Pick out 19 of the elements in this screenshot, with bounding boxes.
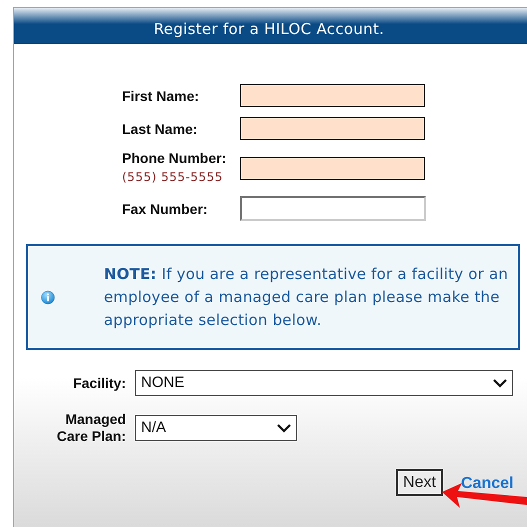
text-field[interactable] [240,117,425,140]
format-hint: (555) 555-5555 [122,169,224,186]
note-text: NOTE: If you are a representative for a facility or an employee of a managed care plan please make the appropriate selection below. [104,264,510,330]
field-label: Phone Number: [122,150,228,166]
select-label: Facility: [72,374,126,392]
field-label: Fax Number: [122,200,209,216]
select-label: Managed Care Plan: [56,411,126,445]
field-label: First Name: [122,88,200,104]
text-field[interactable] [240,156,425,180]
text-field[interactable] [240,196,426,221]
field-label: Last Name: [122,120,198,136]
next-button[interactable]: Next [396,469,443,496]
dialog-title: Register for a HILOC Account. [154,18,384,40]
text-field[interactable] [240,84,425,107]
dropdown[interactable]: NONE [135,370,513,396]
cancel-link[interactable]: Cancel [461,472,514,496]
chevron-icon [493,378,507,388]
chevron-icon [277,424,291,432]
dropdown[interactable]: N/A [135,415,297,441]
